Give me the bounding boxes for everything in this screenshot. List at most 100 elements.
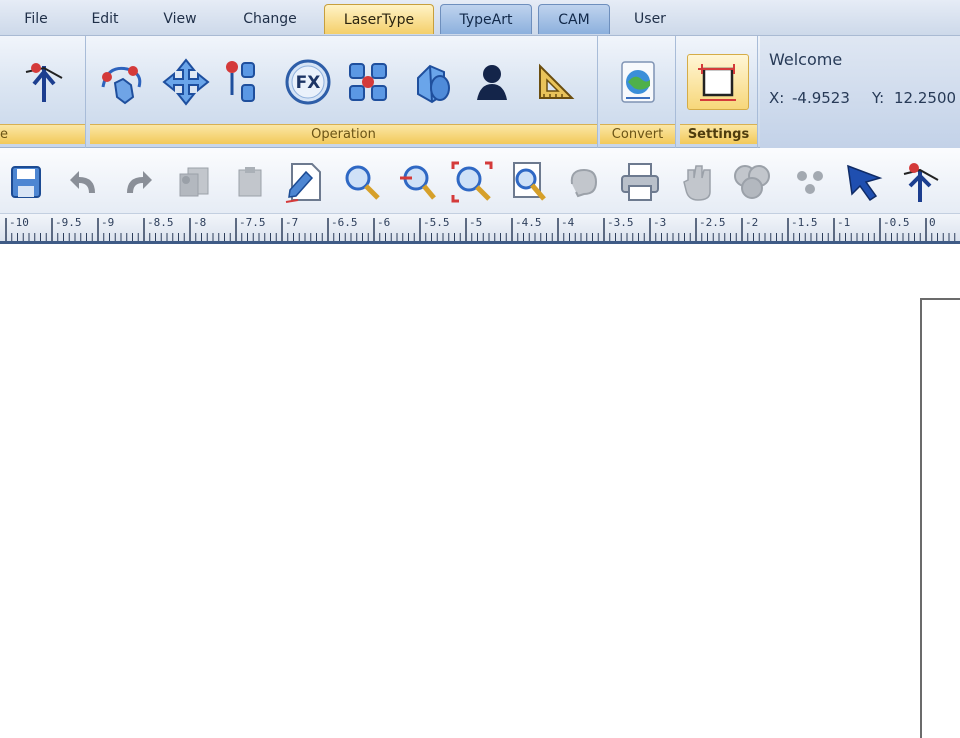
menu-user[interactable]: User	[622, 4, 678, 34]
ruler-label: -1	[837, 216, 851, 229]
anchor-pin-icon	[25, 63, 63, 102]
print-button[interactable]	[618, 160, 662, 204]
zoom-page-button[interactable]	[506, 160, 550, 204]
ruler-label: -4	[561, 216, 575, 229]
zoom-fit-button[interactable]	[450, 160, 494, 204]
save-icon	[11, 166, 41, 198]
ruler-label: -2	[745, 216, 759, 229]
arrange-button[interactable]	[342, 54, 394, 110]
ruler-label: -10	[9, 216, 29, 229]
undo-button[interactable]	[62, 160, 106, 204]
tab-cam[interactable]: CAM	[538, 4, 610, 34]
y-coord-label: Y:	[872, 89, 885, 107]
zoom-fit-icon	[451, 161, 493, 203]
page-settings-button[interactable]	[687, 54, 749, 110]
zoom-in-icon	[345, 165, 380, 200]
ruler-label: -2.5	[699, 216, 726, 229]
fx-button[interactable]: FX	[282, 54, 334, 110]
welcome-text: Welcome	[769, 50, 843, 69]
anchor-pin-button[interactable]	[18, 54, 70, 110]
node-edit-button[interactable]	[96, 54, 148, 110]
ribbon-group-operation: FX Operation	[90, 36, 598, 148]
tab-lasertype[interactable]: LaserType	[324, 4, 434, 34]
group-label-settings: Settings	[680, 124, 757, 144]
group-label-convert: Convert	[600, 124, 675, 144]
group-label-clipped: e	[0, 124, 85, 144]
document-button[interactable]	[282, 160, 326, 204]
anchor-pin-icon	[903, 163, 939, 202]
move-button[interactable]	[160, 54, 212, 110]
convert-button[interactable]	[612, 54, 664, 110]
select-arrow-icon	[847, 164, 883, 202]
copy-button[interactable]	[172, 160, 216, 204]
arrange-shapes-icon	[349, 63, 387, 101]
fx-effects-icon: FX	[285, 59, 331, 105]
ruler-label: -1.5	[791, 216, 818, 229]
ruler-label: -6	[377, 216, 391, 229]
quick-toolbar	[0, 148, 960, 214]
menu-view[interactable]: View	[152, 4, 208, 34]
ruler-label: -3	[653, 216, 667, 229]
horizontal-ruler[interactable]: -10 -9.5 -9 -8.5 -8 -7.5 -7 -6.5 -6 -5.5 -5 -4.5 -4-…	[0, 214, 960, 244]
select-arrow-button[interactable]	[842, 160, 886, 204]
ruler-label: -8.5	[147, 216, 174, 229]
menu-bar: File Edit View Change LaserType TypeArt …	[0, 0, 960, 36]
move-arrows-icon	[162, 58, 210, 106]
ruler-label: -5	[469, 216, 483, 229]
tab-typeart[interactable]: TypeArt	[440, 4, 532, 34]
redo-button[interactable]	[116, 160, 160, 204]
ruler-label: -4.5	[515, 216, 542, 229]
undo-icon	[70, 171, 95, 193]
printer-icon	[621, 163, 659, 201]
ruler-label: -8	[193, 216, 207, 229]
align-nodes-button[interactable]	[218, 54, 270, 110]
copy-icon	[179, 167, 209, 197]
save-button[interactable]	[4, 160, 48, 204]
group-label-operation: Operation	[90, 124, 597, 144]
ruler-label: -0.5	[883, 216, 910, 229]
page-settings-icon	[698, 64, 736, 101]
page-boundary	[920, 298, 960, 738]
y-coord-value: 12.2500	[894, 89, 957, 107]
dots-button[interactable]	[788, 160, 832, 204]
ribbon-group-convert: Convert	[600, 36, 676, 148]
paste-button[interactable]	[228, 160, 272, 204]
menu-edit[interactable]: Edit	[80, 4, 130, 34]
measure-button[interactable]	[530, 54, 582, 110]
dots-icon	[797, 171, 823, 194]
info-panel: Welcome X: -4.9523 Y: 12.2500	[760, 36, 960, 148]
zoom-out-icon	[400, 165, 436, 200]
anchor-pin-tool-button[interactable]	[898, 160, 942, 204]
ruler-label: -9	[101, 216, 115, 229]
ruler-label: 0	[929, 216, 936, 229]
hand-icon	[683, 165, 711, 201]
triangle-ruler-icon	[539, 63, 575, 99]
group-button[interactable]	[730, 160, 774, 204]
fx-label: FX	[296, 73, 321, 93]
ruler-label: -3.5	[607, 216, 634, 229]
document-edit-icon	[285, 163, 321, 203]
zoom-out-button[interactable]	[396, 160, 440, 204]
ribbon: e FX Operation Convert Settings Welcome …	[0, 36, 960, 148]
group-circles-icon	[734, 165, 770, 199]
node-hand-icon	[101, 66, 142, 105]
menu-change[interactable]: Change	[232, 4, 308, 34]
drawing-canvas[interactable]	[0, 247, 960, 738]
user-silhouette-icon	[477, 65, 507, 100]
hand-button[interactable]	[676, 160, 720, 204]
lasso-icon	[570, 168, 598, 198]
lasso-button[interactable]	[562, 160, 606, 204]
ruler-label: -9.5	[55, 216, 82, 229]
x-coord-value: -4.9523	[792, 89, 850, 107]
zoom-in-button[interactable]	[340, 160, 384, 204]
convert-globe-icon	[621, 61, 655, 103]
align-nodes-icon	[226, 61, 255, 102]
ruler-label: -5.5	[423, 216, 450, 229]
ribbon-group-settings: Settings	[680, 36, 758, 148]
user-shape-button[interactable]	[466, 54, 518, 110]
3d-shapes-button[interactable]	[406, 54, 458, 110]
ruler-label: -6.5	[331, 216, 358, 229]
ruler-label: -7.5	[239, 216, 266, 229]
menu-file[interactable]: File	[14, 4, 58, 34]
3d-shapes-icon	[417, 64, 450, 104]
